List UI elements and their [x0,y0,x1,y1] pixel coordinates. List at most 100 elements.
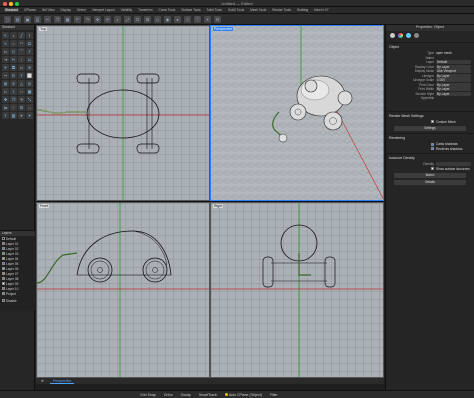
toolbar-tab[interactable]: Visibility [120,8,133,12]
layer-color-swatch[interactable] [2,257,5,260]
box-icon[interactable]: ⬜ [26,72,33,79]
front-viewport[interactable]: Front [36,202,210,378]
line-icon[interactable]: ╱ [18,32,25,39]
decals-icon[interactable] [414,33,419,38]
sweep-icon[interactable]: ⤳ [2,72,9,79]
cut-icon[interactable]: ✂ [44,15,51,23]
loft-icon[interactable]: ≋ [26,64,33,71]
array-icon[interactable]: ⁘ [10,104,17,111]
group-icon[interactable]: ⧉ [10,64,17,71]
layer-color-swatch[interactable] [2,247,5,250]
auto-cplane-toggle[interactable]: Auto CPlane (Object) [224,393,262,397]
layer-color-swatch[interactable] [2,252,5,255]
layer-color-swatch[interactable] [2,277,5,280]
property-value[interactable]: By Layer [436,82,471,87]
options-icon[interactable]: ⚙ [214,15,221,23]
polyline-icon[interactable]: ⌇ [26,32,33,39]
render-icon[interactable]: ☀ [26,112,33,119]
join-icon[interactable]: ⊔ [26,56,33,63]
property-value[interactable]: By Layer [436,73,471,78]
render-icon[interactable]: ☀ [204,15,211,23]
redo-icon[interactable]: ↷ [84,15,91,23]
layer-color-swatch[interactable] [2,237,5,240]
texture-mapping-icon[interactable] [406,33,411,38]
rendered-icon[interactable]: ● [174,15,181,23]
boolean-difference-icon[interactable]: ∖ [10,88,17,95]
grid-snap-toggle[interactable]: Grid Snap [140,393,156,397]
toolbar-tab[interactable]: Surface Tools [180,8,201,12]
surface-icon[interactable]: ▱ [18,64,25,71]
paste-icon[interactable]: ▦ [64,15,71,23]
explode-icon[interactable]: ✳ [2,64,9,71]
hatch-icon[interactable]: ▨ [10,112,17,119]
zoom-extents-icon[interactable]: ⤢ [124,15,131,23]
copy-icon[interactable]: ❐ [10,96,17,103]
toolbar-tab[interactable]: Transform [137,8,153,12]
details-button[interactable]: Details [394,180,466,185]
layer-color-swatch[interactable] [2,292,5,295]
mirror-icon[interactable]: ⇋ [2,104,9,111]
toolbar-tab[interactable]: Standard [4,8,19,12]
add-viewport-tab-icon[interactable]: ⊕ [38,379,47,383]
move-icon[interactable]: ✥ [2,96,9,103]
layer-color-swatch[interactable] [2,272,5,275]
property-value[interactable]: 1.000 [436,78,471,83]
toolbar-tab[interactable]: Solid Tools [206,8,223,12]
print-icon[interactable]: ⎙ [34,15,41,23]
toolbar-tab[interactable]: Set View [41,8,56,12]
text-icon[interactable]: T [2,112,9,119]
material-icon[interactable] [398,33,403,38]
dimension-icon[interactable]: ↔ [26,104,33,111]
save-file-icon[interactable]: ▣ [24,15,31,23]
density-stepper[interactable] [436,162,471,167]
layer-icon[interactable]: ≡ [184,15,191,23]
toolbar-tab[interactable]: Mesh Tools [249,8,267,12]
boolean-union-icon[interactable]: ∪ [2,88,9,95]
cylinder-icon[interactable]: ⌭ [10,80,17,87]
extrude-icon[interactable]: ⇪ [18,72,25,79]
object-properties-icon[interactable] [390,33,395,38]
settings-button[interactable]: Settings [394,126,466,131]
shaded-icon[interactable]: ◆ [164,15,171,23]
extend-icon[interactable]: ⇥ [2,56,9,63]
analyze-icon[interactable]: ⌖ [18,112,25,119]
layer-color-swatch[interactable] [2,267,5,270]
right-viewport[interactable]: Right [210,202,384,378]
new-file-icon[interactable]: ▢ [4,15,11,23]
wireframe-icon[interactable]: ◇ [154,15,161,23]
match-button[interactable]: Match [394,173,466,178]
cone-icon[interactable]: △ [18,80,25,87]
toolbar-tab[interactable]: Drafting [296,8,309,12]
open-file-icon[interactable]: ▤ [14,15,21,23]
ellipse-icon[interactable]: ⬭ [26,40,33,47]
toolbar-tab[interactable]: Render Tools [271,8,292,12]
toolbar-tab[interactable]: Viewport Layout [91,8,116,12]
disable-row[interactable]: Disable [0,298,35,303]
rotate-view-icon[interactable]: ⟳ [104,15,111,23]
osnap-toggle[interactable]: Osnap [181,393,191,397]
toolbar-tab[interactable]: Display [60,8,72,12]
property-value[interactable]: By Layer [436,64,471,69]
toolbar-tab[interactable]: New in V7 [313,8,330,12]
show-surface-isocurves-checkbox[interactable] [431,167,434,171]
zoom-icon[interactable]: ⌕ [114,15,121,23]
copy-icon[interactable]: ❐ [54,15,61,23]
circle-icon[interactable]: ○ [10,40,17,47]
property-value[interactable]: Use Viewport [436,69,471,74]
viewport-tab[interactable]: Perspective [49,379,75,384]
rotate-icon[interactable]: ⟲ [18,96,25,103]
toolbar-tab[interactable]: CPlanes [23,8,37,12]
polygon-icon[interactable]: ⬡ [10,48,17,55]
layer-row[interactable]: Project [0,291,35,296]
ortho-toggle[interactable]: Ortho [164,393,173,397]
fillet-icon[interactable]: ⌒ [18,48,25,55]
layer-color-swatch[interactable] [2,282,5,285]
properties-icon[interactable]: ⓘ [194,15,201,23]
toolbar-tab[interactable]: Curve Tools [158,8,177,12]
curve-icon[interactable]: ∿ [2,40,9,47]
trim-icon[interactable]: ✂ [10,56,17,63]
scale-icon[interactable]: ⤡ [26,96,33,103]
boolean-intersect-icon[interactable]: ∩ [18,88,25,95]
layer-color-swatch[interactable] [2,287,5,290]
toolbar-tab[interactable]: Select [76,8,87,12]
